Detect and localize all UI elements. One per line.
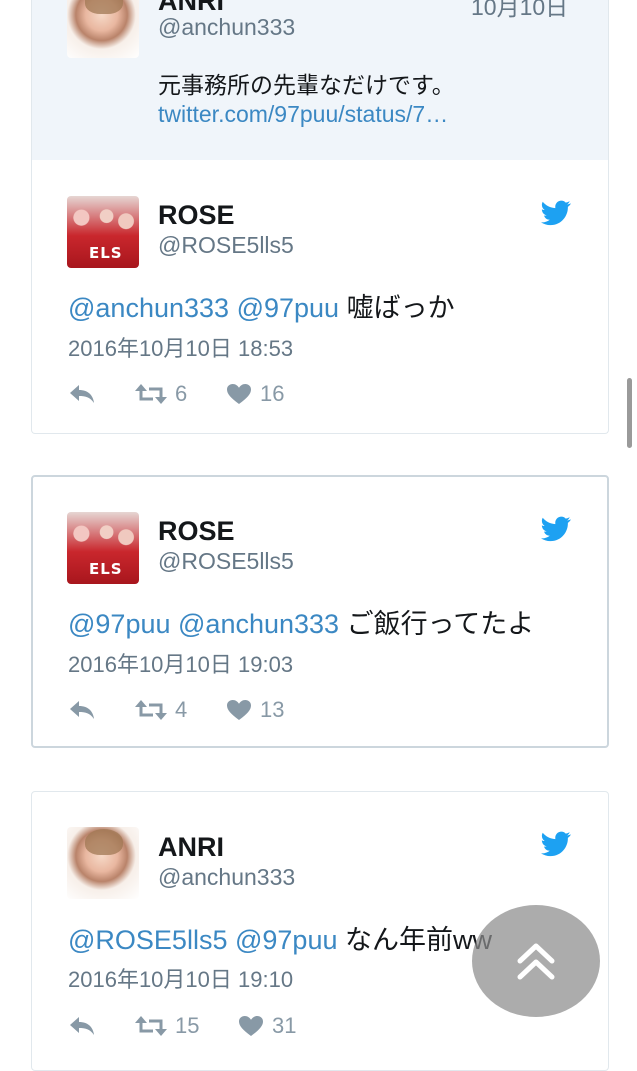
author-name[interactable]: ROSE	[158, 516, 235, 547]
retweet-icon	[135, 700, 167, 720]
mention-link[interactable]: @97puu	[68, 609, 171, 639]
quoted-text: 元事務所の先輩なだけです。	[158, 72, 455, 98]
tweet-actions: 4 13	[68, 695, 368, 725]
quoted-date: 10月10日	[471, 0, 569, 20]
twitter-bird-icon[interactable]	[541, 516, 571, 542]
tweet-text: @ROSE5lls5 @97puu なん年前ww	[68, 918, 492, 957]
twitter-bird-icon[interactable]	[541, 200, 571, 226]
avatar[interactable]	[67, 0, 139, 58]
timestamp[interactable]: 2016年10月10日 19:10	[68, 962, 293, 994]
reply-icon	[70, 1017, 94, 1035]
like-count: 13	[260, 697, 285, 722]
tweet-actions: 6 16	[68, 379, 368, 409]
twitter-bird-icon[interactable]	[541, 831, 571, 857]
reply-button[interactable]	[68, 1011, 96, 1041]
reply-icon	[70, 701, 94, 719]
scroll-to-top-button[interactable]	[472, 905, 600, 1017]
avatar-logo-text: ELS	[89, 560, 123, 578]
retweet-count: 4	[175, 697, 188, 722]
retweet-icon	[135, 1016, 167, 1036]
mention-link[interactable]: @97puu	[235, 925, 338, 955]
tweet-body: 嘘ばっか	[346, 293, 455, 323]
tweet-card[interactable]: ELS ROSE @ROSE5lls5 @anchun333 @97puu 嘘ば…	[31, 160, 609, 434]
mention-link[interactable]: @anchun333	[178, 609, 339, 639]
author-name[interactable]: ANRI	[158, 832, 224, 863]
author-handle[interactable]: @anchun333	[158, 864, 295, 891]
retweet-button[interactable]: 15	[135, 1011, 199, 1041]
author-name[interactable]: ROSE	[158, 200, 235, 231]
avatar[interactable]: ELS	[67, 512, 139, 584]
heart-icon	[227, 384, 251, 404]
mention-link[interactable]: @anchun333	[68, 293, 229, 323]
like-button[interactable]: 31	[238, 1011, 296, 1041]
timestamp[interactable]: 2016年10月10日 19:03	[68, 647, 293, 679]
tweet-body: なん年前ww	[345, 925, 492, 955]
tweet-text: @97puu @anchun333 ご飯行ってたよ	[68, 602, 534, 641]
mention-link[interactable]: @ROSE5lls5	[68, 925, 227, 955]
quoted-link[interactable]: twitter.com/97puu/status/7…	[158, 101, 448, 128]
avatar[interactable]	[67, 827, 139, 899]
retweet-button[interactable]: 4	[135, 695, 187, 725]
like-count: 16	[260, 381, 285, 406]
reply-button[interactable]	[68, 379, 96, 409]
avatar[interactable]: ELS	[67, 196, 139, 268]
chevron-double-up-icon	[517, 943, 555, 980]
tweet-card[interactable]: ELS ROSE @ROSE5lls5 @97puu @anchun333 ご飯…	[31, 475, 609, 748]
retweet-count: 15	[175, 1013, 200, 1038]
like-button[interactable]: 16	[226, 379, 284, 409]
retweet-button[interactable]: 6	[135, 379, 187, 409]
tweet-body: ご飯行ってたよ	[346, 609, 535, 639]
retweet-count: 6	[175, 381, 188, 406]
timestamp[interactable]: 2016年10月10日 18:53	[68, 331, 293, 363]
retweet-icon	[135, 384, 167, 404]
heart-icon	[239, 1016, 263, 1036]
reply-button[interactable]	[68, 695, 96, 725]
reply-icon	[70, 385, 94, 403]
author-handle[interactable]: @anchun333	[158, 14, 295, 41]
like-button[interactable]: 13	[226, 695, 284, 725]
author-handle[interactable]: @ROSE5lls5	[158, 232, 294, 259]
tweet-text: @anchun333 @97puu 嘘ばっか	[68, 286, 455, 325]
scrollbar-thumb[interactable]	[627, 378, 632, 448]
like-count: 31	[272, 1013, 297, 1038]
mention-link[interactable]: @97puu	[237, 293, 340, 323]
tweet-actions: 15 31	[68, 1011, 368, 1041]
heart-icon	[227, 700, 251, 720]
author-handle[interactable]: @ROSE5lls5	[158, 548, 294, 575]
avatar-logo-text: ELS	[89, 244, 123, 262]
